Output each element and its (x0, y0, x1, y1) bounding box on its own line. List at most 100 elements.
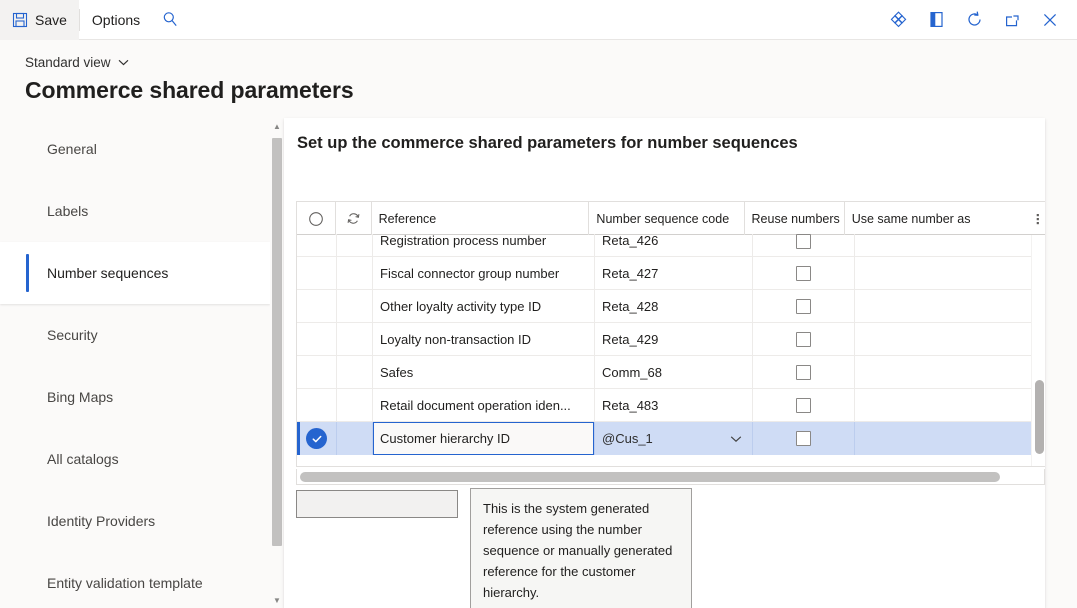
sidebar-item-identity-providers[interactable]: Identity Providers (0, 490, 270, 552)
grid-vertical-scrollbar[interactable] (1031, 235, 1045, 467)
cell-reuse-numbers[interactable] (753, 234, 855, 256)
grid-header-reuse-numbers[interactable]: Reuse numbers (745, 202, 845, 235)
grid-header-reference[interactable]: Reference (372, 202, 590, 235)
cell-reference[interactable]: Safes (373, 356, 595, 388)
cell-reuse-numbers[interactable] (753, 323, 855, 355)
cell-number-sequence-code[interactable]: Reta_427 (595, 257, 753, 289)
row-select-cell[interactable] (297, 356, 337, 388)
cell-use-same-number-as[interactable] (855, 234, 1037, 256)
view-selector[interactable]: Standard view (25, 55, 129, 70)
cell-number-sequence-code[interactable]: @Cus_1 (595, 422, 753, 455)
grid-header-use-same-number-as[interactable]: Use same number as (845, 202, 1024, 235)
table-row-selected[interactable]: Customer hierarchy ID @Cus_1 (297, 422, 1045, 455)
number-sequence-code-combobox[interactable]: @Cus_1 (602, 422, 752, 455)
close-button[interactable] (1031, 0, 1069, 40)
table-row[interactable]: Safes Comm_68 (297, 356, 1045, 389)
cell-number-sequence-code[interactable]: Reta_426 (595, 234, 753, 256)
table-row[interactable]: Registration process number Reta_426 (297, 235, 1045, 257)
cell-number-sequence-code[interactable]: Comm_68 (595, 356, 753, 388)
cell-use-same-number-as[interactable] (855, 290, 1037, 322)
cell-reuse-numbers[interactable] (753, 422, 855, 455)
sidebar-scrollbar-thumb[interactable] (272, 138, 282, 546)
table-row[interactable]: Other loyalty activity type ID Reta_428 (297, 290, 1045, 323)
grid-horizontal-scrollbar-thumb[interactable] (300, 472, 1000, 482)
reuse-numbers-checkbox[interactable] (796, 398, 811, 413)
column-header-label: Reference (379, 212, 437, 226)
reuse-numbers-checkbox[interactable] (796, 234, 811, 249)
row-select-cell[interactable] (297, 389, 337, 421)
sidebar-item-label: Number sequences (47, 265, 168, 281)
save-button[interactable]: Save (0, 0, 79, 40)
cell-reference[interactable]: Other loyalty activity type ID (373, 290, 595, 322)
sidebar-item-general[interactable]: General (0, 118, 270, 180)
cell-reuse-numbers[interactable] (753, 290, 855, 322)
reuse-numbers-checkbox[interactable] (796, 332, 811, 347)
cell-reuse-numbers[interactable] (753, 389, 855, 421)
row-select-cell[interactable] (297, 290, 337, 322)
sidebar-item-number-sequences[interactable]: Number sequences (0, 242, 270, 304)
row-select-cell[interactable] (297, 234, 337, 256)
number-sequence-code-value: @Cus_1 (602, 431, 730, 446)
cell-reference[interactable]: Retail document operation iden... (373, 389, 595, 421)
grid-refresh-header[interactable] (336, 202, 371, 235)
cell-use-same-number-as[interactable] (855, 422, 1037, 455)
chevron-down-icon[interactable] (730, 435, 742, 443)
sidebar-item-all-catalogs[interactable]: All catalogs (0, 428, 270, 490)
table-row[interactable]: Loyalty non-transaction ID Reta_429 (297, 323, 1045, 356)
grid-header-number-sequence-code[interactable]: Number sequence code (589, 202, 744, 235)
cell-reference[interactable]: Registration process number (373, 234, 595, 256)
cell-reuse-numbers[interactable] (753, 257, 855, 289)
cell-use-same-number-as[interactable] (855, 323, 1037, 355)
number-sequences-grid: Reference Number sequence code Reuse num… (296, 201, 1045, 467)
search-button[interactable] (152, 0, 188, 40)
cell-reuse-numbers[interactable] (753, 356, 855, 388)
row-indicator-cell (337, 234, 373, 256)
grid-horizontal-scrollbar[interactable] (296, 469, 1045, 485)
table-row[interactable]: Retail document operation iden... Reta_4… (297, 389, 1045, 422)
page-title: Commerce shared parameters (25, 77, 354, 104)
sidebar-item-security[interactable]: Security (0, 304, 270, 366)
reuse-numbers-checkbox[interactable] (796, 365, 811, 380)
sidebar-item-bing-maps[interactable]: Bing Maps (0, 366, 270, 428)
select-all-circle-icon (308, 211, 324, 227)
options-button[interactable]: Options (80, 0, 152, 40)
reuse-numbers-checkbox[interactable] (796, 266, 811, 281)
grid-options-button[interactable] (1023, 202, 1045, 235)
cell-use-same-number-as[interactable] (855, 257, 1037, 289)
reuse-numbers-checkbox[interactable] (796, 299, 811, 314)
row-select-cell[interactable] (297, 422, 337, 455)
view-selector-label: Standard view (25, 55, 111, 70)
cell-number-sequence-code[interactable]: Reta_429 (595, 323, 753, 355)
cell-reference-editing[interactable]: Customer hierarchy ID (373, 422, 595, 455)
cell-number-sequence-code[interactable]: Reta_483 (595, 389, 753, 421)
sidebar-scrollbar[interactable]: ▲ ▼ (270, 118, 284, 608)
cell-use-same-number-as[interactable] (855, 356, 1037, 388)
panel-button[interactable] (917, 0, 955, 40)
cell-reference[interactable]: Fiscal connector group number (373, 257, 595, 289)
open-in-new-window-button[interactable] (993, 0, 1031, 40)
table-row[interactable]: Fiscal connector group number Reta_427 (297, 257, 1045, 290)
chevron-down-icon (118, 59, 129, 66)
row-indicator-cell (337, 356, 373, 388)
grid-vertical-scrollbar-thumb[interactable] (1035, 380, 1044, 454)
panel-icon (927, 10, 946, 29)
column-header-label: Number sequence code (596, 212, 729, 226)
row-selected-check-icon (306, 428, 327, 449)
sidebar-item-labels[interactable]: Labels (0, 180, 270, 242)
reference-detail-field[interactable] (296, 490, 458, 518)
cell-use-same-number-as[interactable] (855, 389, 1037, 421)
reference-input[interactable]: Customer hierarchy ID (373, 422, 594, 455)
row-select-cell[interactable] (297, 257, 337, 289)
refresh-button[interactable] (955, 0, 993, 40)
row-indicator-cell (337, 257, 373, 289)
scroll-up-arrow-icon[interactable]: ▲ (270, 118, 284, 134)
grid-select-all-header[interactable] (297, 202, 336, 235)
cell-number-sequence-code[interactable]: Reta_428 (595, 290, 753, 322)
row-select-cell[interactable] (297, 323, 337, 355)
sidebar-nav: General Labels Number sequences Security… (0, 118, 270, 608)
sidebar-item-entity-validation-template[interactable]: Entity validation template (0, 552, 270, 608)
diamond-grid-button[interactable] (879, 0, 917, 40)
cell-reference[interactable]: Loyalty non-transaction ID (373, 323, 595, 355)
scroll-down-arrow-icon[interactable]: ▼ (270, 592, 284, 608)
reuse-numbers-checkbox[interactable] (796, 431, 811, 446)
